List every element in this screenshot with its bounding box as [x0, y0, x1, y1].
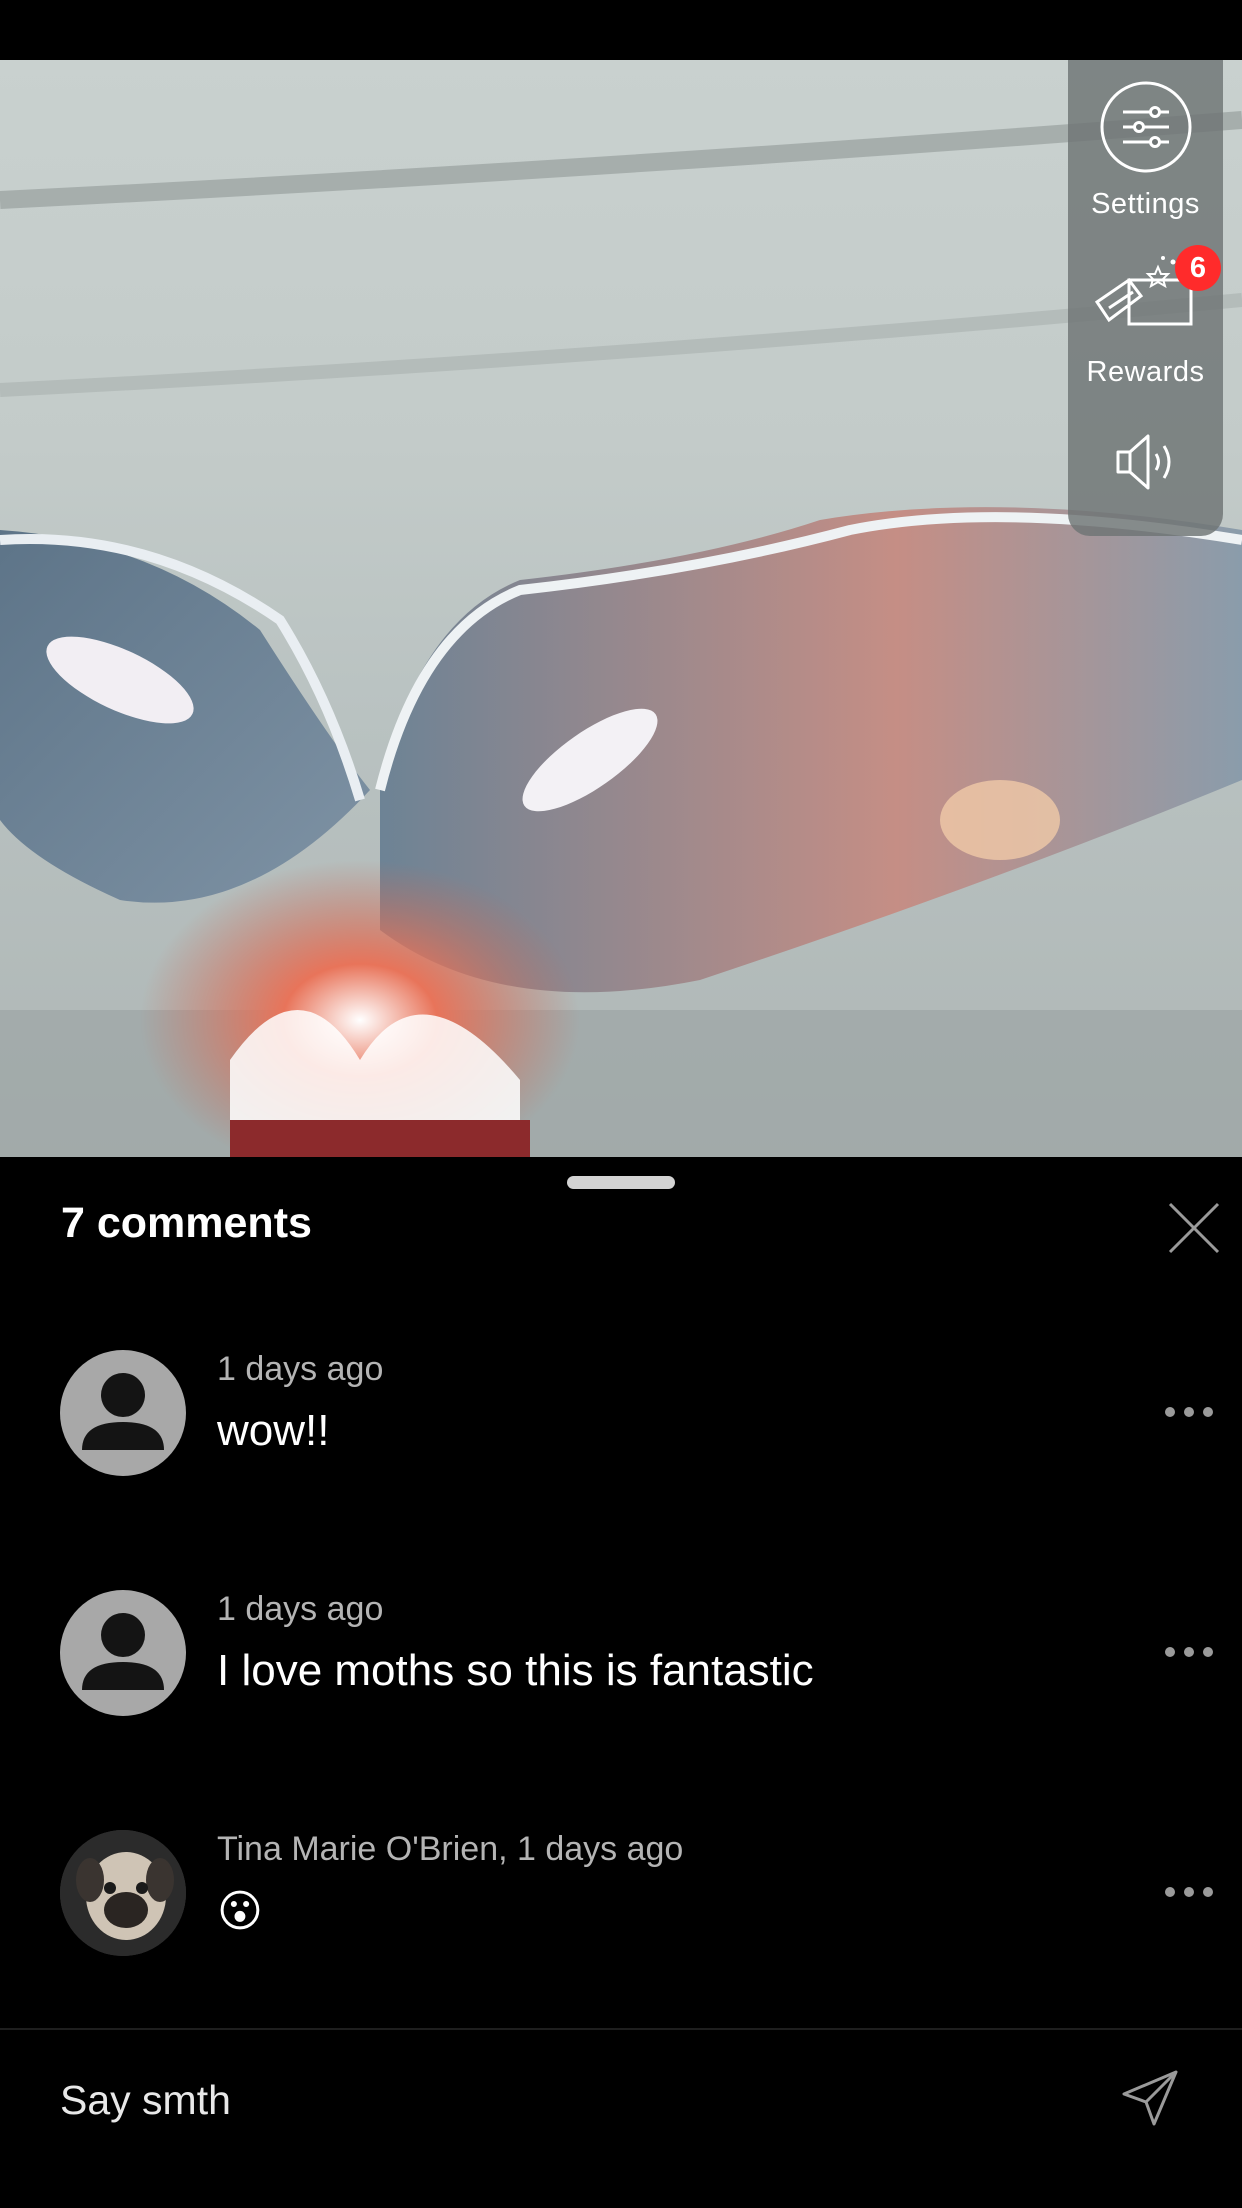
pug-avatar-icon — [60, 1830, 186, 1956]
comment-meta: 1 days ago — [217, 1590, 384, 1628]
more-options-icon[interactable] — [1164, 1882, 1214, 1902]
close-icon[interactable] — [1166, 1200, 1222, 1256]
comment-item: 1 days ago wow!! — [0, 1350, 1242, 1510]
sheet-grabber[interactable] — [567, 1176, 675, 1189]
avatar[interactable] — [60, 1350, 186, 1476]
sliders-icon — [1100, 81, 1191, 173]
comments-sheet: 7 comments 1 days ago wow!! 1 days ago I… — [0, 1157, 1242, 2208]
avatar[interactable] — [60, 1830, 186, 1956]
rewards-label: Rewards — [1086, 356, 1205, 388]
comment-text: 😮 — [217, 1886, 263, 1937]
settings-label: Settings — [1091, 188, 1200, 220]
more-options-icon[interactable] — [1164, 1402, 1214, 1422]
comment-item: Tina Marie O'Brien, 1 days ago 😮 — [0, 1830, 1242, 1990]
side-panel: Settings 6 Rewards — [1068, 60, 1223, 536]
comments-count: 7 comments — [61, 1199, 312, 1247]
comment-input-bar — [0, 2030, 1242, 2208]
speaker-icon — [1116, 434, 1170, 490]
comment-input[interactable] — [60, 2070, 1060, 2130]
settings-button[interactable] — [1068, 80, 1223, 250]
sound-button[interactable] — [1068, 432, 1223, 502]
person-icon — [82, 1373, 164, 1450]
avatar[interactable] — [60, 1590, 186, 1716]
moth-video-frame — [0, 111, 1242, 1157]
more-options-icon[interactable] — [1164, 1642, 1214, 1662]
video-player[interactable] — [0, 60, 1242, 1157]
person-icon — [82, 1613, 164, 1690]
comment-text: wow!! — [217, 1406, 330, 1455]
comment-meta: Tina Marie O'Brien, 1 days ago — [217, 1830, 684, 1868]
comment-meta: 1 days ago — [217, 1350, 384, 1388]
comment-text: I love moths so this is fantastic — [217, 1646, 814, 1695]
rewards-badge: 6 — [1175, 245, 1221, 291]
comment-item: 1 days ago I love moths so this is fanta… — [0, 1590, 1242, 1750]
send-icon[interactable] — [1120, 2068, 1180, 2128]
